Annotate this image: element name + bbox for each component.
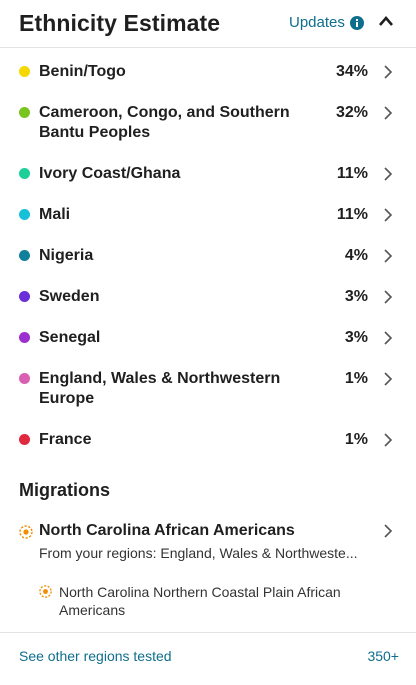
region-percent: 11%	[336, 165, 368, 182]
region-percent: 11%	[336, 206, 368, 223]
chevron-up-icon[interactable]	[378, 15, 394, 27]
region-color-dot	[19, 107, 30, 118]
regions-count: 350+	[367, 648, 399, 664]
chevron-right-icon	[384, 249, 393, 263]
chevron-right-icon[interactable]	[383, 524, 393, 538]
migration-title[interactable]: North Carolina African Americans	[39, 521, 295, 541]
region-name: Sweden	[39, 288, 100, 305]
region-color-dot	[19, 373, 30, 384]
migration-from-regions: From your regions: England, Wales & Nort…	[39, 545, 358, 561]
region-percent: 32%	[335, 104, 368, 121]
migration-icon	[19, 525, 33, 539]
chevron-right-icon	[384, 208, 393, 222]
page-title: Ethnicity Estimate	[19, 10, 221, 36]
updates-label: Updates	[289, 14, 345, 31]
chevron-right-icon	[384, 433, 393, 447]
migrations-heading: Migrations	[19, 480, 111, 500]
region-name: Ivory Coast/Ghana	[39, 165, 181, 182]
region-name: Cameroon, Congo, and Southern Bantu Peop…	[39, 104, 290, 141]
region-color-dot	[19, 291, 30, 302]
region-color-dot	[19, 209, 30, 220]
region-percent: 3%	[344, 288, 368, 305]
chevron-right-icon	[384, 106, 393, 120]
sub-migration-item[interactable]: North Carolina Northern Coastal Plain Af…	[59, 583, 379, 619]
region-name: Mali	[39, 206, 71, 223]
chevron-right-icon	[384, 331, 393, 345]
region-color-dot	[19, 168, 30, 179]
region-percent: 34%	[335, 63, 368, 80]
region-name: England, Wales & Northwestern Europe	[39, 370, 281, 407]
region-color-dot	[19, 250, 30, 261]
region-name: Nigeria	[39, 247, 94, 264]
region-percent: 4%	[344, 247, 368, 264]
region-name: France	[39, 431, 92, 448]
chevron-right-icon	[384, 65, 393, 79]
region-color-dot	[19, 434, 30, 445]
region-percent: 1%	[344, 370, 368, 387]
panel-header: Ethnicity Estimate Updates	[0, 0, 416, 48]
region-percent: 3%	[344, 329, 368, 346]
region-color-dot	[19, 66, 30, 77]
migration-icon	[39, 585, 52, 598]
chevron-right-icon	[384, 167, 393, 181]
region-name: Senegal	[39, 329, 101, 346]
panel-footer: See other regions tested 350+	[0, 632, 416, 685]
region-name: Benin/Togo	[39, 63, 126, 80]
region-color-dot	[19, 332, 30, 343]
region-percent: 1%	[344, 431, 368, 448]
updates-link[interactable]: Updates	[289, 14, 364, 31]
chevron-right-icon	[384, 290, 393, 304]
chevron-right-icon	[384, 372, 393, 386]
info-icon	[349, 15, 364, 30]
see-other-regions-link[interactable]: See other regions tested	[19, 648, 172, 664]
